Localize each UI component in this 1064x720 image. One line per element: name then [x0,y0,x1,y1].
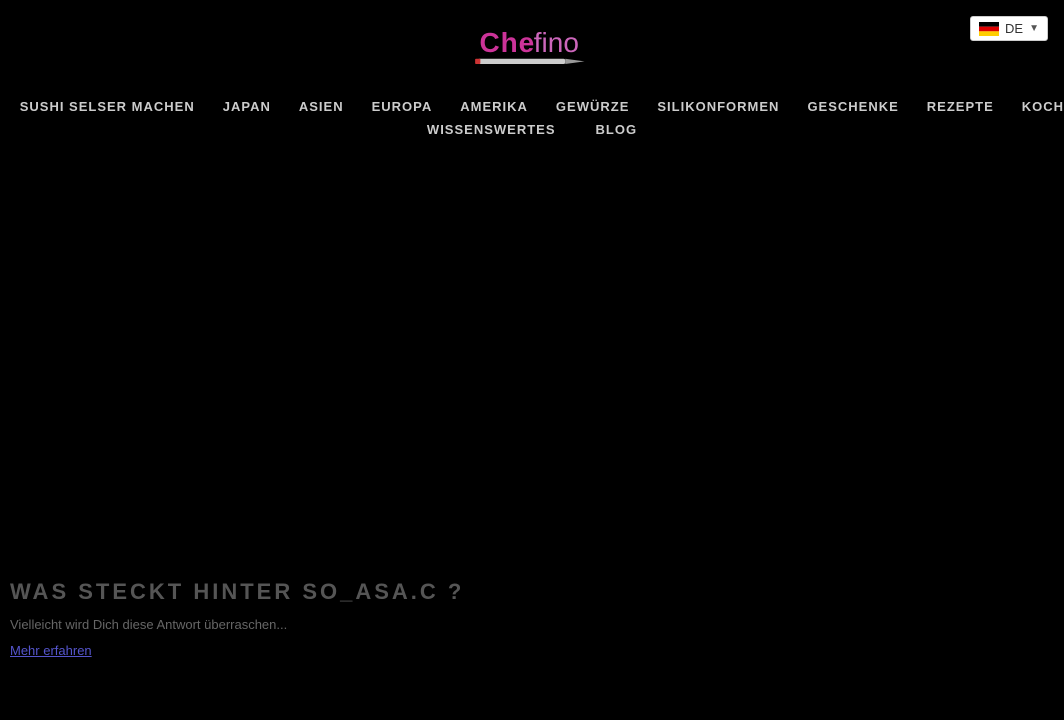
nav-bottom-row: WISSENSWERTES BLOG [0,118,1064,141]
nav-item-asien[interactable]: ASIEN [299,99,344,114]
mehr-erfahren-link[interactable]: Mehr erfahren [10,643,92,658]
nav-item-blog[interactable]: BLOG [596,122,638,137]
svg-text:Che: Che [480,27,536,58]
nav-item-geschenke[interactable]: GESCHENKE [807,99,898,114]
nav-item-wissenswertes[interactable]: WISSENSWERTES [427,122,556,137]
nav-item-amerika[interactable]: AMERIKA [460,99,528,114]
language-code: DE [1005,21,1023,36]
nav-item-japan[interactable]: JAPAN [223,99,271,114]
nav-item-europa[interactable]: EUROPA [372,99,433,114]
nav-item-kochboxen[interactable]: KOCHBOXEN [1022,99,1064,114]
bottom-subtext: Vielleicht wird Dich diese Antwort überr… [10,617,464,632]
bottom-section: WAS STECKT HINTER SO_ASA.C ? Vielleicht … [0,579,474,660]
logo-svg: Che fino [462,10,602,90]
german-flag-icon [979,22,999,36]
site-logo[interactable]: Che fino [462,10,602,95]
nav-item-silikonformen[interactable]: SILIKONFORMEN [657,99,779,114]
language-selector[interactable]: DE ▼ [970,16,1048,41]
chevron-down-icon: ▼ [1029,23,1039,34]
nav-item-sushi[interactable]: SUSHI SELSER MACHEN [20,99,195,114]
bottom-heading: WAS STECKT HINTER SO_ASA.C ? [10,579,464,605]
main-navigation: HOME SUSHI SELSER MACHEN JAPAN ASIEN EUR… [0,95,1064,141]
nav-item-gewurze[interactable]: GEWÜRZE [556,99,629,114]
nav-top-row: HOME SUSHI SELSER MACHEN JAPAN ASIEN EUR… [0,95,1064,118]
nav-item-rezepte[interactable]: REZEPTE [927,99,994,114]
svg-text:fino: fino [534,27,579,58]
